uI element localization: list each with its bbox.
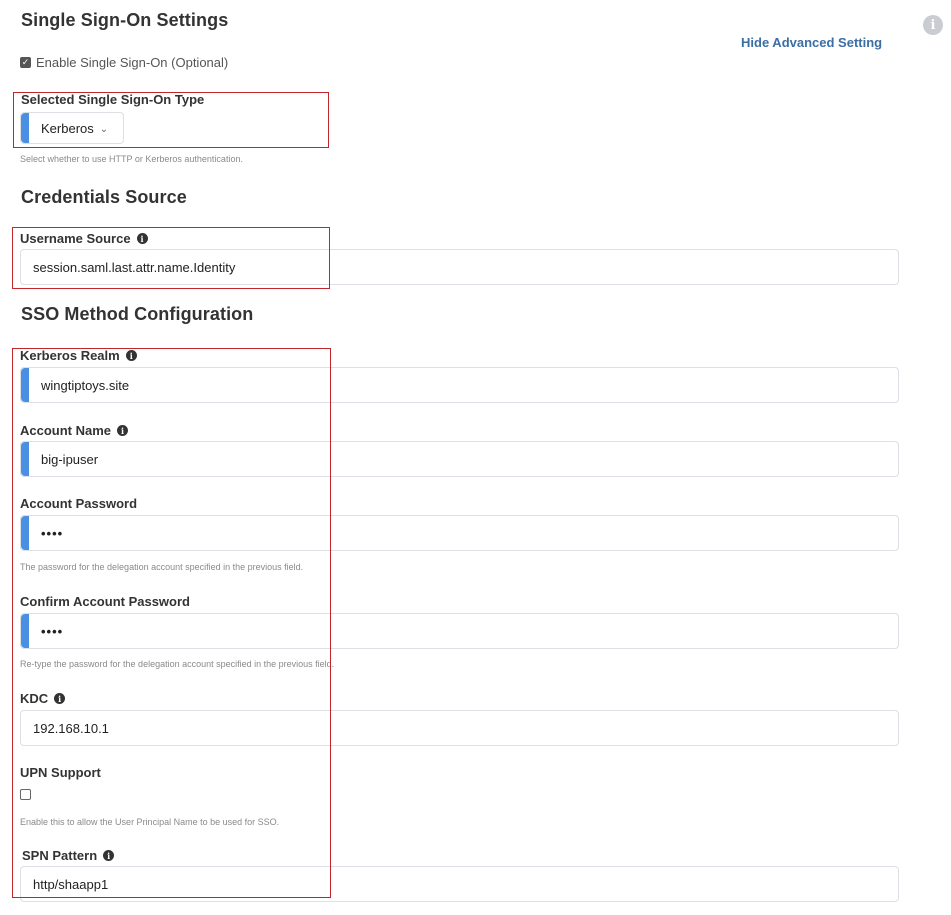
account-password-help: The password for the delegation account … bbox=[20, 562, 304, 572]
confirm-password-label: Confirm Account Password bbox=[20, 594, 190, 609]
info-icon[interactable]: i bbox=[125, 350, 137, 361]
sso-type-select[interactable]: Kerberos ⌄ bbox=[20, 112, 124, 144]
chevron-down-icon: ⌄ bbox=[99, 123, 109, 135]
enable-sso-row: ✓ Enable Single Sign-On (Optional) bbox=[20, 55, 228, 70]
account-name-value: big-ipuser bbox=[41, 451, 99, 467]
sso-method-title: SSO Method Configuration bbox=[21, 304, 254, 324]
account-name-input[interactable]: big-ipuser bbox=[20, 441, 899, 477]
account-name-label-text: Account Name bbox=[20, 423, 112, 438]
enable-sso-label: Enable Single Sign-On (Optional) bbox=[36, 55, 229, 70]
sso-type-label: Selected Single Sign-On Type bbox=[21, 92, 205, 107]
kdc-value: 192.168.10.1 bbox=[33, 720, 109, 736]
info-icon[interactable]: i bbox=[136, 233, 148, 244]
confirm-password-value: •••• bbox=[41, 623, 64, 639]
info-icon[interactable]: i bbox=[103, 850, 115, 861]
username-source-label: Username Source i bbox=[20, 231, 148, 246]
confirm-password-help: Re-type the password for the delegation … bbox=[20, 659, 335, 669]
upn-support-label: UPN Support bbox=[20, 765, 101, 780]
username-source-input[interactable]: session.saml.last.attr.name.Identity bbox=[20, 249, 899, 285]
kerberos-realm-label-text: Kerberos Realm bbox=[20, 348, 120, 363]
upn-support-checkbox[interactable] bbox=[20, 789, 31, 800]
spn-pattern-label: SPN Pattern i bbox=[22, 848, 115, 863]
sso-type-value: Kerberos bbox=[41, 120, 94, 136]
confirm-password-input[interactable]: •••• bbox=[20, 613, 899, 649]
kdc-label: KDC i bbox=[20, 691, 66, 706]
username-source-value: session.saml.last.attr.name.Identity bbox=[33, 259, 236, 275]
account-password-input[interactable]: •••• bbox=[20, 515, 899, 551]
account-password-value: •••• bbox=[41, 525, 64, 541]
enable-sso-checkbox[interactable]: ✓ bbox=[20, 57, 31, 68]
kerberos-realm-value: wingtiptoys.site bbox=[41, 377, 130, 393]
account-name-label: Account Name i bbox=[20, 423, 129, 438]
kdc-label-text: KDC bbox=[20, 691, 49, 706]
spn-pattern-label-text: SPN Pattern bbox=[22, 848, 98, 863]
check-icon: ✓ bbox=[21, 57, 30, 67]
spn-pattern-input[interactable]: http/shaapp1 bbox=[20, 866, 899, 902]
kdc-input[interactable]: 192.168.10.1 bbox=[20, 710, 899, 746]
username-source-label-text: Username Source bbox=[20, 231, 131, 246]
page-title: Single Sign-On Settings bbox=[21, 10, 229, 30]
kerberos-realm-label: Kerberos Realm i bbox=[20, 348, 137, 363]
credentials-title: Credentials Source bbox=[21, 187, 187, 207]
upn-support-help: Enable this to allow the User Principal … bbox=[20, 817, 280, 827]
info-icon[interactable]: i bbox=[117, 425, 129, 436]
hide-advanced-setting-link[interactable]: Hide Advanced Setting bbox=[741, 35, 882, 50]
account-password-label: Account Password bbox=[20, 496, 138, 511]
sso-type-help: Select whether to use HTTP or Kerberos a… bbox=[20, 154, 243, 164]
info-icon[interactable]: i bbox=[923, 15, 943, 35]
spn-pattern-value: http/shaapp1 bbox=[33, 876, 109, 892]
kerberos-realm-input[interactable]: wingtiptoys.site bbox=[20, 367, 899, 403]
info-icon[interactable]: i bbox=[54, 693, 66, 704]
